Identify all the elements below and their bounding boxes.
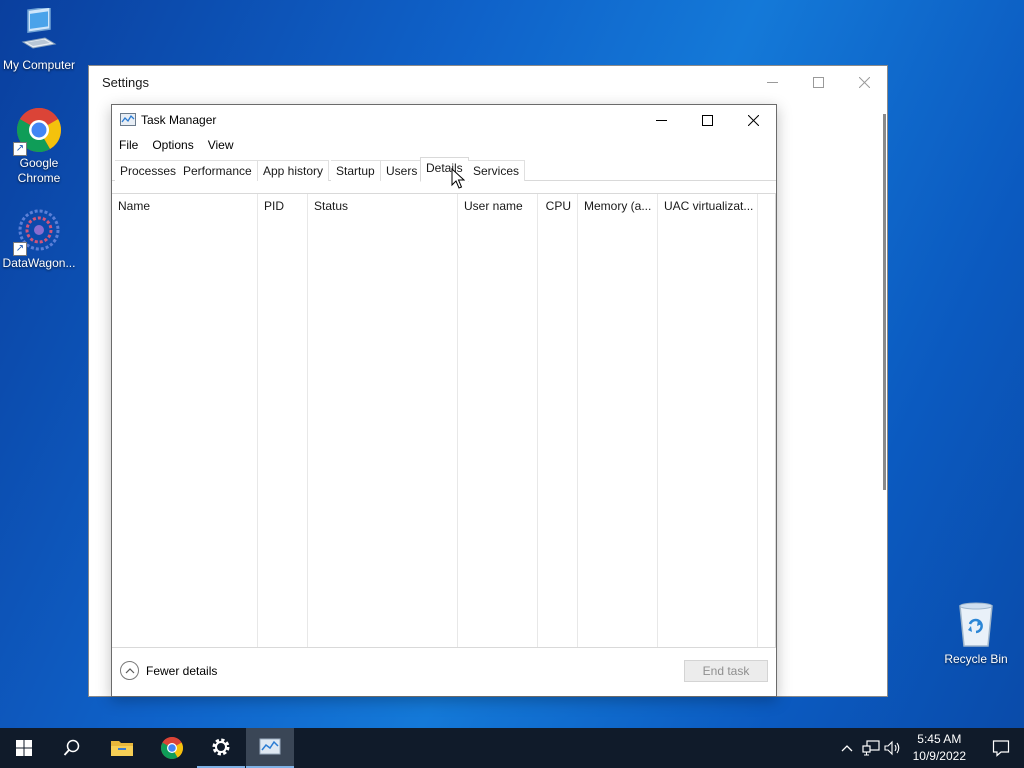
tab-services[interactable]: Services xyxy=(468,160,526,181)
recycle-bin-icon xyxy=(952,600,1000,650)
desktop-icon-label: Google Chrome xyxy=(17,156,61,185)
task-manager-titlebar[interactable]: Task Manager xyxy=(112,105,776,135)
desktop-icon-label: DataWagon... xyxy=(2,256,76,270)
notification-icon xyxy=(992,740,1010,757)
desktop-icon-recycle-bin[interactable]: Recycle Bin xyxy=(940,600,1012,666)
maximize-icon xyxy=(812,76,824,88)
settings-icon xyxy=(212,738,230,756)
chrome-taskbar-button[interactable] xyxy=(148,728,196,768)
menu-view[interactable]: View xyxy=(201,136,241,156)
list-border xyxy=(775,194,776,647)
desktop-icon-google-chrome[interactable]: ↗ Google Chrome xyxy=(0,106,78,186)
computer-icon xyxy=(15,6,63,56)
start-icon xyxy=(16,740,32,756)
menu-bar: File Options View xyxy=(112,136,241,156)
search-icon xyxy=(63,739,80,756)
taskbar-clock[interactable]: 5:45 AM 10/9/2022 xyxy=(913,731,966,765)
tab-users[interactable]: Users xyxy=(381,160,424,181)
maximize-icon xyxy=(701,114,713,126)
task-manager-footer: Fewer details End task xyxy=(112,646,776,696)
tab-processes[interactable]: Processes xyxy=(115,160,183,181)
sort-ascending-icon: ^ xyxy=(181,194,186,199)
fewer-details-button[interactable] xyxy=(120,661,139,680)
taskbar: 5:45 AM 10/9/2022 xyxy=(0,728,1024,768)
volume-button[interactable] xyxy=(884,739,902,757)
shortcut-arrow-icon: ↗ xyxy=(13,142,27,156)
desktop-icon-my-computer[interactable]: My Computer xyxy=(0,6,78,73)
shortcut-arrow-icon: ↗ xyxy=(13,242,27,256)
file-explorer-button[interactable] xyxy=(98,728,146,768)
tab-startup[interactable]: Startup xyxy=(331,160,381,181)
settings-minimize-button[interactable] xyxy=(749,66,795,98)
column-status: Status xyxy=(308,194,458,647)
action-center-button[interactable] xyxy=(992,739,1010,757)
show-hidden-icons-button[interactable] xyxy=(838,739,856,757)
chevron-up-icon xyxy=(841,745,853,752)
column-header-label: Name xyxy=(118,199,151,213)
tab-app-history[interactable]: App history xyxy=(258,160,330,181)
search-button[interactable] xyxy=(48,728,96,768)
clock-date: 10/9/2022 xyxy=(912,749,966,763)
clock-time: 5:45 AM xyxy=(917,732,962,746)
column-user-name: User name xyxy=(458,194,538,647)
end-task-button[interactable]: End task xyxy=(684,660,768,682)
column-header-memory[interactable]: Memory (a... xyxy=(578,194,657,218)
column-memory: Memory (a... xyxy=(578,194,658,647)
start-button[interactable] xyxy=(0,728,48,768)
details-list[interactable]: ^ Name PID Status User name CPU Memory (… xyxy=(112,193,776,648)
settings-taskbar-button[interactable] xyxy=(197,728,245,768)
datawagon-icon: ↗ xyxy=(13,206,63,256)
column-header-name[interactable]: ^ Name xyxy=(112,194,257,218)
task-manager-icon xyxy=(120,112,136,128)
settings-window-title: Settings xyxy=(102,75,149,90)
mouse-cursor-icon xyxy=(451,167,466,190)
menu-options[interactable]: Options xyxy=(145,136,200,156)
chevron-up-icon xyxy=(125,667,134,673)
task-manager-icon xyxy=(259,738,281,755)
network-button[interactable] xyxy=(862,739,880,757)
settings-maximize-button[interactable] xyxy=(795,66,841,98)
column-pid: PID xyxy=(258,194,308,647)
column-header-status[interactable]: Status xyxy=(308,194,457,218)
volume-icon xyxy=(884,740,900,756)
network-icon xyxy=(862,740,880,756)
desktop-icon-label: My Computer xyxy=(2,58,76,72)
desktop-icon-datawagon[interactable]: ↗ DataWagon... xyxy=(0,206,78,271)
settings-scrollbar[interactable] xyxy=(883,114,886,490)
column-header-user-name[interactable]: User name xyxy=(458,194,537,218)
column-cpu: CPU xyxy=(538,194,578,647)
tab-bar: Processes Performance App history Startu… xyxy=(112,157,776,182)
task-manager-close-button[interactable] xyxy=(730,105,776,135)
task-manager-maximize-button[interactable] xyxy=(684,105,730,135)
column-uac-virtualization: UAC virtualizat... xyxy=(658,194,758,647)
column-header-pid[interactable]: PID xyxy=(258,194,307,218)
close-icon xyxy=(858,76,870,88)
column-header-uac-virtualization[interactable]: UAC virtualizat... xyxy=(658,194,757,218)
minimize-icon xyxy=(655,119,667,121)
task-manager-title: Task Manager xyxy=(141,113,217,127)
close-icon xyxy=(747,114,759,126)
chrome-icon: ↗ xyxy=(13,106,63,156)
tab-performance[interactable]: Performance xyxy=(178,160,258,181)
column-header-cpu[interactable]: CPU xyxy=(538,194,577,218)
file-explorer-icon xyxy=(111,741,133,756)
task-manager-minimize-button[interactable] xyxy=(638,105,684,135)
task-manager-window: Task Manager File Options View Processes… xyxy=(111,104,777,697)
menu-file[interactable]: File xyxy=(112,136,145,156)
chrome-icon xyxy=(161,737,183,759)
fewer-details-link[interactable]: Fewer details xyxy=(146,664,217,678)
settings-close-button[interactable] xyxy=(841,66,887,98)
task-manager-taskbar-button[interactable] xyxy=(246,728,294,768)
desktop-icon-label: Recycle Bin xyxy=(944,652,1008,666)
minimize-icon xyxy=(766,81,778,83)
column-name: ^ Name xyxy=(112,194,258,647)
